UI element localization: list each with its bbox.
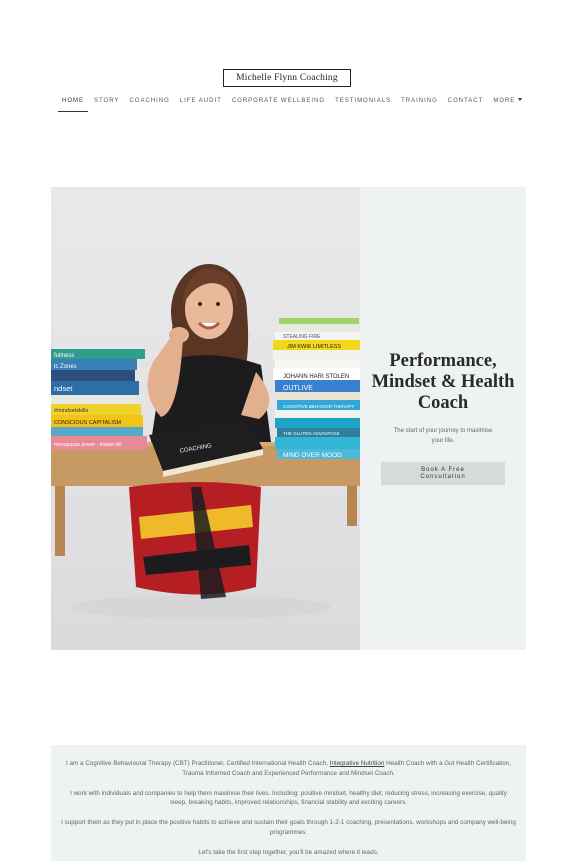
about-p1-start: I am a Cognitive Behavioural Therapy (CB… [65,760,328,767]
nav-life-audit[interactable]: LIFE AUDIT [176,96,226,112]
spine-right-1: STEALING FIRE [283,334,321,340]
spine-right-2: JIM KWIK LIMITLESS [287,344,341,350]
spine-right-3: JOHANN HARI STOLEN [283,374,349,380]
cta-label-line-1: Book A Free [421,466,465,473]
about-paragraph-2: I work with individuals and companies to… [70,789,507,807]
nav-training[interactable]: TRAINING [397,96,442,112]
spine-left-5: CONSCIOUS CAPITALISM [54,420,122,426]
spine-right-6: THE GLUTEN ADVANTAGE [283,431,340,436]
about-section: I am a Cognitive Behavioural Therapy (CB… [51,745,526,861]
about-paragraph-4: Let's take the first step together, you'… [198,849,379,857]
hero-text-panel: Performance, Mindset & Health Coach The … [360,187,526,650]
nav-story[interactable]: STORY [90,96,123,112]
spine-right-5: COGNITIVE BEHAVIOR THERAPY [283,404,354,409]
right-book-stack: STEALING FIRE JIM KWIK LIMITLESS JOHANN … [273,318,360,459]
left-book-stack: fullness ic Zones ndset #mindsetskills C… [51,349,147,450]
site-logo[interactable]: Michelle Flynn Coaching [223,69,351,87]
cta-label: Book A Free Consultation [420,467,465,481]
hero-subtitle: The start of your journey to maximise yo… [393,428,493,444]
spine-left-4: #mindsetskills [54,408,88,414]
hero-photo: COACHING fullness ic Zones ndset #mindse… [51,187,360,650]
spine-left-3: ndset [54,384,73,393]
hero-title-line-1: Performance, [389,351,497,371]
hero-title: Performance, Mindset & Health Coach [363,351,523,414]
nav-more-label: MORE [493,98,516,104]
hero-title-line-2: Mindset & Health [371,372,515,392]
coach-photo-illustration: COACHING fullness ic Zones ndset #mindse… [51,264,360,619]
nav-corporate-wellbeing[interactable]: CORPORATE WELLBEING [228,96,329,112]
cta-label-line-2: Consultation [420,473,466,480]
spine-left-1: fullness [54,353,74,359]
spine-left-6: menopause power · maisie hill [54,442,122,448]
hero-section: COACHING fullness ic Zones ndset #mindse… [51,187,526,650]
nav-coaching[interactable]: COACHING [125,96,173,112]
spine-left-2: ic Zones [54,364,77,370]
nav-home[interactable]: HOME [58,96,88,112]
about-paragraph-3: I support them as they put in place the … [61,819,516,836]
spine-right-4: OUTLIVE [283,385,313,392]
main-nav: HOME STORY COACHING LIFE AUDIT CORPORATE… [58,96,528,112]
nav-more[interactable]: MORE [489,96,526,112]
about-paragraph-1: I am a Cognitive Behavioural Therapy (CB… [61,759,516,778]
nav-testimonials[interactable]: TESTIMONIALS [331,96,395,112]
book-consultation-button[interactable]: Book A Free Consultation [381,462,505,485]
spine-right-7: MIND OVER MOOD [283,452,342,459]
nav-contact[interactable]: CONTACT [444,96,488,112]
integrative-nutrition-link[interactable]: Integrative Nutrition [330,760,385,767]
hero-title-line-3: Coach [417,393,469,413]
caret-down-icon [518,98,523,101]
